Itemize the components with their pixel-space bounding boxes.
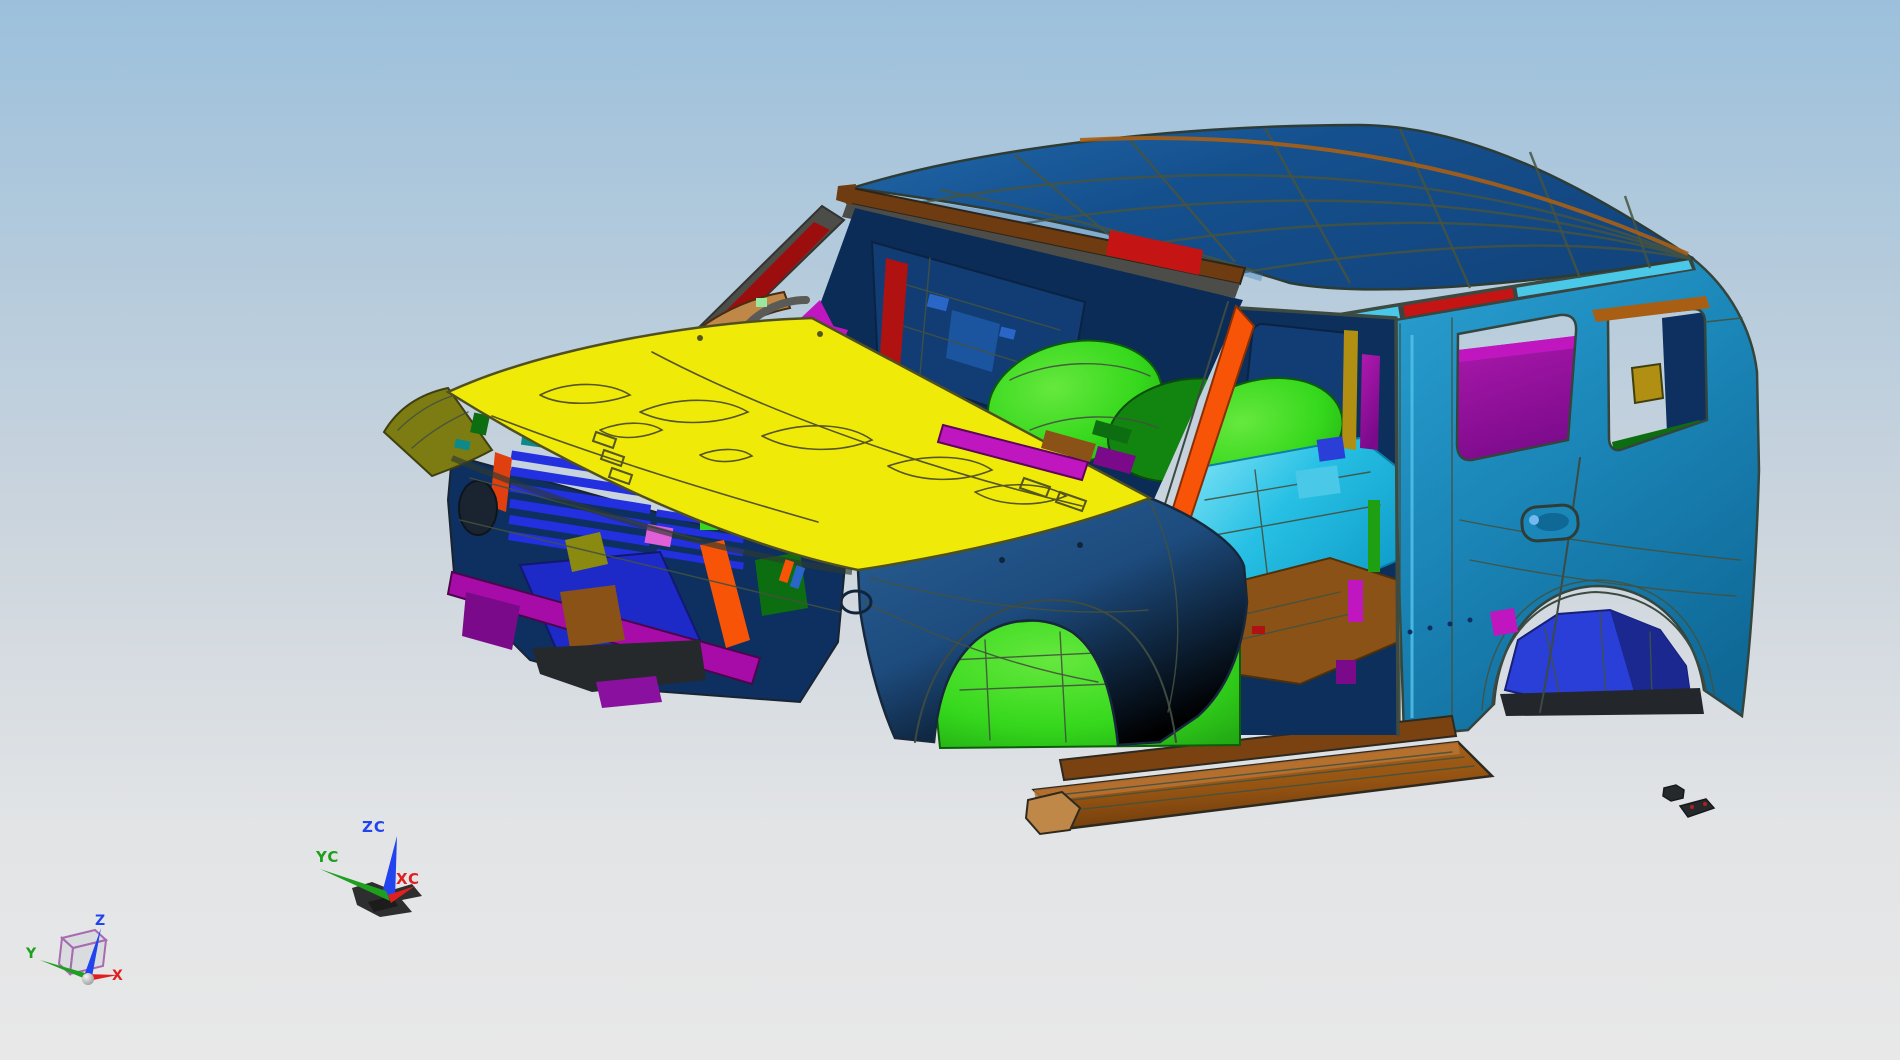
floor-chip-red2 <box>1252 626 1265 634</box>
bracket-dot <box>1690 805 1694 809</box>
b-pillar-gold-strip[interactable] <box>1342 330 1358 450</box>
b-pillar-purple-trim[interactable] <box>1360 354 1380 450</box>
chip-purple-b[interactable] <box>1336 660 1356 684</box>
wcs-yc-label: YC <box>315 848 339 866</box>
chip-royal[interactable] <box>1316 436 1346 462</box>
cad-viewport[interactable]: ZC YC XC Z Y X <box>0 0 1900 1060</box>
fender-bolt <box>1077 542 1083 548</box>
abs-origin-sphere[interactable] <box>82 973 94 985</box>
handle-lock-glint <box>1529 515 1539 525</box>
quarter-window-bracket-gold[interactable] <box>1630 362 1665 405</box>
fascia-brown-bracket[interactable] <box>560 585 625 648</box>
abs-x-label: X <box>112 968 123 984</box>
wcs-zc-label: ZC <box>362 818 386 836</box>
wcs-xc-label: XC <box>396 870 420 888</box>
chip-ltgreen <box>756 298 767 307</box>
rear-door-handle-recess[interactable] <box>1520 503 1580 543</box>
hood-bolt <box>817 331 823 337</box>
abs-z-label: Z <box>95 913 105 929</box>
hood-bolt <box>697 335 703 341</box>
chip-ltcyan[interactable] <box>1295 465 1341 499</box>
fender-bolt <box>999 557 1005 563</box>
small-part-cube[interactable] <box>1662 784 1685 802</box>
chip-green-b[interactable] <box>1368 500 1380 572</box>
bracket-dot <box>1703 802 1707 806</box>
abs-y-label: Y <box>25 946 37 962</box>
chip-magenta-b[interactable] <box>1348 580 1363 622</box>
